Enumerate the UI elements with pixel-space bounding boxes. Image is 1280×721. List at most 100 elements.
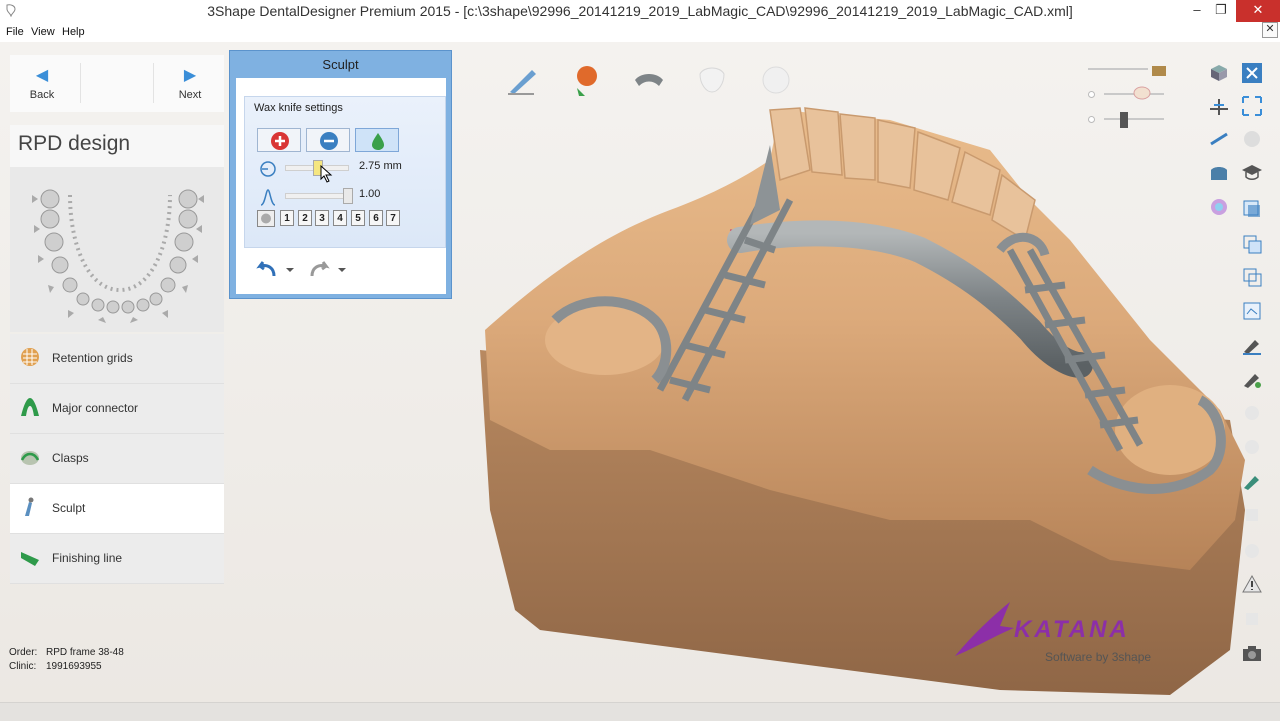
- compare-view-icon[interactable]: [1241, 266, 1263, 288]
- knife-size-value: 2.75 mm: [359, 160, 402, 172]
- step-retention-grids[interactable]: Retention grids: [10, 334, 224, 384]
- model-visibility-icon[interactable]: [1150, 62, 1168, 78]
- wax-knife-icon: [25, 497, 34, 516]
- nav-divider: [80, 63, 81, 103]
- status-bar: [0, 702, 1280, 721]
- level-7-button[interactable]: 7: [386, 210, 400, 226]
- finishing-line-icon: [21, 552, 39, 566]
- step-clasps[interactable]: Clasps: [10, 434, 224, 484]
- menu-bar: File View Help ✕: [0, 22, 1280, 42]
- measure-icon[interactable]: [1208, 128, 1230, 150]
- step-label: Finishing line: [52, 551, 123, 565]
- clasp-icon: [20, 451, 40, 465]
- step-label: Sculpt: [52, 501, 86, 515]
- order-info: Order: RPD frame 38-48 Clinic: 1991693955: [9, 646, 124, 674]
- cross-section-icon[interactable]: [1208, 95, 1230, 117]
- order-value: RPD frame 38-48: [46, 647, 124, 658]
- clasp-tool-icon[interactable]: [631, 62, 667, 98]
- slider-2-dot[interactable]: [1088, 91, 1095, 98]
- camera-icon[interactable]: [1241, 642, 1263, 664]
- model-view-icon[interactable]: [1208, 162, 1230, 184]
- step-sculpt[interactable]: Sculpt: [10, 484, 224, 534]
- step-label: Retention grids: [52, 351, 133, 365]
- remove-wax-button[interactable]: [306, 128, 350, 152]
- color-wheel-icon[interactable]: [1208, 196, 1230, 218]
- level-2-button[interactable]: 2: [298, 210, 312, 226]
- back-button[interactable]: ◀ Back: [10, 55, 74, 112]
- scan-tool-icon[interactable]: [1241, 470, 1263, 492]
- wizard-navigation: ◀ Back ▶ Next: [10, 55, 224, 112]
- wax-knife-settings: Wax knife settings 2.75 mm 1.00 1 2 3 4: [244, 96, 446, 248]
- snapshot-view-icon[interactable]: [1241, 300, 1263, 322]
- smooth-wax-button[interactable]: [355, 128, 399, 152]
- level-preset-icon[interactable]: [257, 210, 275, 227]
- copy-view-icon[interactable]: [1241, 233, 1263, 255]
- slider-3-dot[interactable]: [1088, 116, 1095, 123]
- step-major-connector[interactable]: Major connector: [10, 384, 224, 434]
- add-wax-tool-icon[interactable]: [569, 62, 605, 98]
- disabled-tool-5-icon[interactable]: [1241, 608, 1263, 630]
- warning-icon[interactable]: [1241, 573, 1263, 595]
- level-4-button[interactable]: 4: [333, 210, 347, 226]
- next-label: Next: [178, 89, 202, 101]
- shape-tool-icon[interactable]: [758, 62, 794, 98]
- level-5-button[interactable]: 5: [351, 210, 365, 226]
- framework-visibility-icon[interactable]: [1118, 110, 1130, 130]
- close-document-button[interactable]: ✕: [1262, 22, 1278, 38]
- arrow-left-icon: ◀: [35, 67, 49, 84]
- step-title: RPD design: [18, 132, 131, 155]
- step-finishing-line[interactable]: Finishing line: [10, 534, 224, 584]
- disabled-tool-4-icon[interactable]: [1241, 540, 1263, 562]
- maximize-button[interactable]: ❐: [1206, 0, 1236, 22]
- level-6-button[interactable]: 6: [369, 210, 383, 226]
- redo-button[interactable]: [306, 258, 350, 282]
- level-1-button[interactable]: 1: [280, 210, 294, 226]
- clinic-label: Clinic:: [9, 661, 37, 672]
- transparency-slider-1[interactable]: [1088, 68, 1148, 70]
- retention-grid-icon: [21, 348, 39, 366]
- tooth-tool-icon[interactable]: [694, 62, 730, 98]
- tooth-visibility-icon[interactable]: [1132, 85, 1152, 101]
- remove-wax-icon: [320, 132, 338, 150]
- knife-strength-value: 1.00: [359, 188, 381, 200]
- katana-logo: KATANA Software by 3shape: [950, 598, 1180, 668]
- disabled-tool-3-icon[interactable]: [1241, 504, 1263, 526]
- mouse-cursor-icon: [320, 165, 333, 183]
- smooth-wax-icon: [372, 133, 384, 150]
- view-cube-icon[interactable]: [1208, 62, 1230, 84]
- knife-strength-icon: [260, 189, 276, 206]
- fullscreen-icon[interactable]: [1241, 95, 1263, 117]
- knife-strength-slider[interactable]: [285, 193, 349, 199]
- menu-file[interactable]: File: [6, 26, 24, 38]
- level-3-button[interactable]: 3: [315, 210, 329, 226]
- katana-brand: KATANA: [1014, 616, 1130, 643]
- sculpt-panel-body: Wax knife settings 2.75 mm 1.00 1 2 3 4: [236, 78, 446, 294]
- nav-divider: [153, 63, 154, 103]
- wax-knife-tool-icon[interactable]: [504, 62, 540, 98]
- layer-icon[interactable]: [1241, 198, 1263, 220]
- menu-view[interactable]: View: [31, 26, 55, 38]
- paint-icon[interactable]: [1241, 334, 1263, 356]
- transparency-slider-3[interactable]: [1104, 118, 1164, 120]
- sculpt-panel-title: Sculpt: [322, 57, 359, 72]
- step-label: Clasps: [52, 451, 89, 465]
- disabled-tool-1-icon[interactable]: [1241, 402, 1263, 424]
- add-wax-button[interactable]: [257, 128, 301, 152]
- add-wax-icon: [271, 132, 289, 150]
- title-bar: 3Shape DentalDesigner Premium 2015 - [c:…: [0, 0, 1280, 22]
- knife-strength-slider-thumb[interactable]: [343, 188, 353, 204]
- disabled-tool-2-icon[interactable]: [1241, 436, 1263, 458]
- sphere-icon[interactable]: [1241, 128, 1263, 150]
- undo-button[interactable]: [254, 258, 298, 282]
- back-label: Back: [29, 89, 55, 101]
- clinic-value: 1991693955: [46, 661, 102, 672]
- dental-arch-diagram[interactable]: [28, 185, 208, 330]
- education-icon[interactable]: [1241, 162, 1263, 184]
- katana-logo-mark: [955, 602, 1014, 656]
- next-button[interactable]: ▶ Next: [158, 55, 222, 112]
- wax-paint-icon[interactable]: [1241, 368, 1263, 390]
- close-button[interactable]: ✕: [1236, 0, 1280, 22]
- exit-icon[interactable]: [1241, 62, 1263, 84]
- menu-help[interactable]: Help: [62, 26, 85, 38]
- arrow-right-icon: ▶: [183, 67, 197, 84]
